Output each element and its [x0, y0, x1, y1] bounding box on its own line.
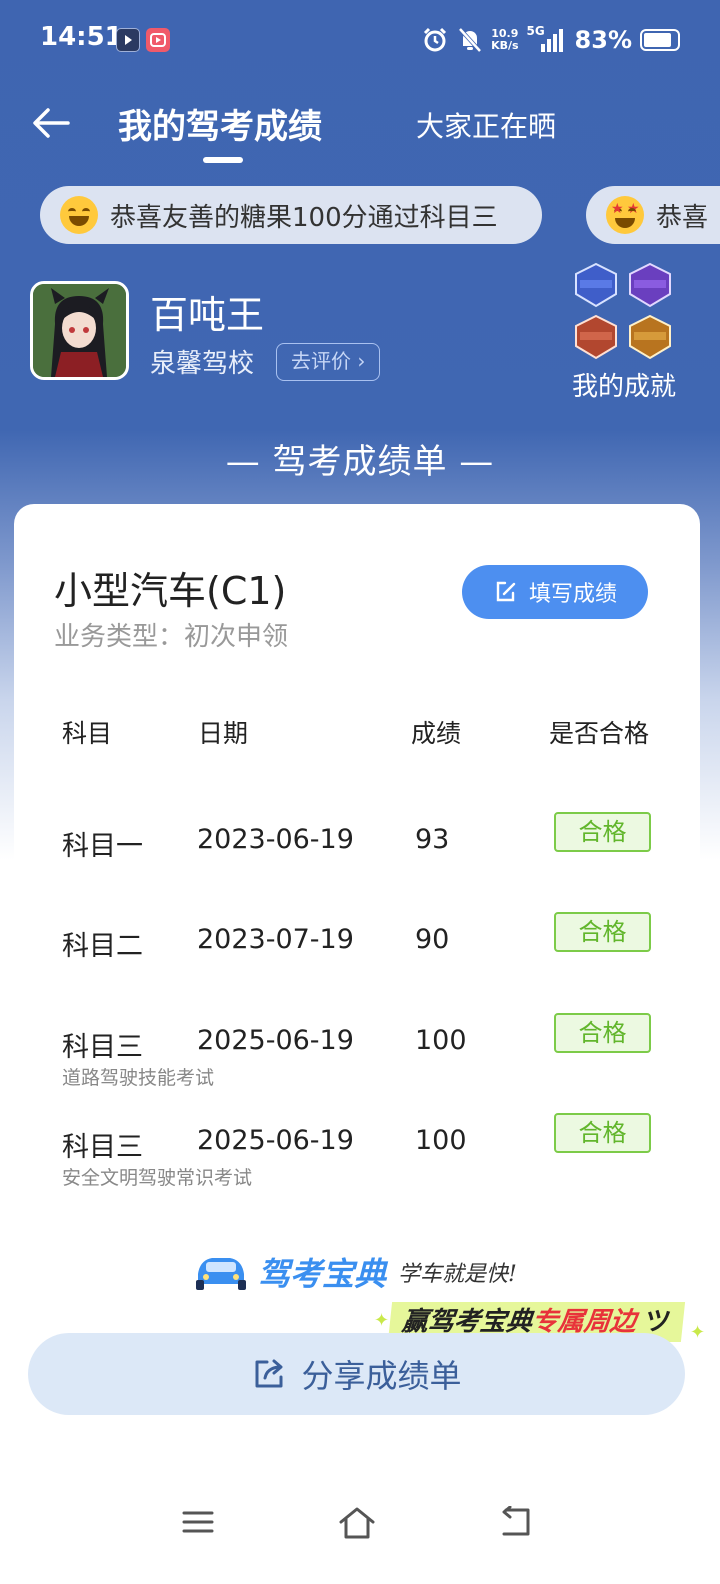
sparkle-icon: ✦ — [690, 1322, 706, 1343]
user-name: 百吨王 — [150, 293, 265, 337]
alarm-icon — [424, 27, 447, 52]
row-subject: 科目三 — [62, 1132, 143, 1163]
score-sheet-title: — 驾考成绩单 — — [225, 442, 495, 482]
mute-bell-icon — [458, 27, 482, 53]
row-date: 2023-07-19 — [197, 924, 354, 955]
row-score: 93 — [415, 824, 450, 855]
edit-icon — [496, 581, 516, 602]
header-score: 成绩 — [411, 719, 462, 748]
row-score: 100 — [415, 1125, 467, 1156]
congrats-ticker-item: 恭喜友善的糖果100分通过科目三 — [40, 186, 542, 244]
business-type: 业务类型：初次申领 — [54, 622, 289, 652]
badge-subject2-icon — [629, 262, 671, 308]
star-eyes-emoji-icon: ★ ★ — [606, 196, 644, 234]
system-navigation-bar — [0, 1490, 720, 1560]
exam-note: 安全文明驾驶常识考试 — [62, 1167, 253, 1189]
brand-slogan: 学车就是快! — [398, 1262, 517, 1287]
congrats-ticker-item-2: ★ ★ 恭喜 — [586, 186, 720, 244]
status-time: 14:51 — [40, 22, 123, 52]
badge-subject4-icon — [629, 314, 671, 360]
row-date: 2025-06-19 — [197, 1025, 354, 1056]
signal-indicator: 5G — [527, 24, 567, 54]
table-row: 科目三 2025-06-19 100 合格 道路驾驶技能考试 — [14, 1013, 700, 1115]
score-card: 小型汽车(C1) 业务类型：初次申领 填写成绩 科目 日期 成绩 是否合格 科目… — [14, 504, 700, 1324]
brand-name: 驾考宝典 — [258, 1255, 387, 1293]
pass-badge: 合格 — [554, 1113, 651, 1153]
app-notification-icon — [116, 28, 140, 52]
ticker-text: 恭喜友善的糖果100分通过科目三 — [110, 202, 498, 233]
header-passed: 是否合格 — [549, 719, 650, 748]
exam-note: 道路驾驶技能考试 — [62, 1067, 215, 1089]
header-subject: 科目 — [62, 719, 113, 748]
pass-badge: 合格 — [554, 812, 651, 852]
tab-everyone-sharing[interactable]: 大家正在晒 — [416, 105, 556, 145]
table-row: 科目三 2025-06-19 100 合格 安全文明驾驶常识考试 — [14, 1113, 700, 1215]
signal-icon — [540, 29, 563, 52]
active-tab-indicator — [203, 157, 243, 163]
pass-badge: 合格 — [554, 1013, 651, 1053]
avatar[interactable] — [30, 281, 129, 380]
my-achievements-label[interactable]: 我的成就 — [572, 366, 676, 403]
badge-subject1-icon — [575, 262, 617, 308]
video-app-notification-icon — [146, 28, 170, 52]
home-icon[interactable] — [337, 1506, 377, 1540]
row-date: 2023-06-19 — [197, 824, 354, 855]
top-navigation: 我的驾考成绩 大家正在晒 — [0, 95, 720, 175]
badge-subject3-icon — [575, 314, 617, 360]
table-row: 科目二 2023-07-19 90 合格 — [14, 912, 700, 1014]
pass-badge: 合格 — [554, 912, 651, 952]
table-row: 科目一 2023-06-19 93 合格 — [14, 812, 700, 914]
review-school-button[interactable]: 去评价 › — [276, 343, 381, 381]
fill-in-scores-button[interactable]: 填写成绩 — [462, 565, 648, 619]
row-score: 100 — [415, 1025, 467, 1056]
header-date: 日期 — [198, 719, 249, 748]
share-icon — [255, 1359, 283, 1388]
row-subject: 科目二 — [62, 931, 143, 962]
status-bar: 14:51 10.9 KB/s 5G 83% — [40, 22, 680, 62]
row-subject: 科目三 — [62, 1032, 143, 1063]
menu-icon[interactable] — [182, 1506, 214, 1538]
battery-icon — [640, 29, 680, 51]
driving-school-name: 泉馨驾校 — [150, 349, 255, 379]
row-subject: 科目一 — [62, 831, 143, 862]
car-logo-icon — [196, 1258, 246, 1290]
row-score: 90 — [415, 924, 450, 955]
back-arrow-icon[interactable] — [30, 101, 74, 145]
achievement-badges[interactable] — [572, 262, 676, 360]
back-nav-icon[interactable] — [498, 1506, 532, 1538]
grinning-emoji-icon — [60, 196, 98, 234]
ticker-text-2: 恭喜 — [656, 202, 709, 233]
network-speed: 10.9 KB/s — [491, 27, 519, 52]
brand-logo: 驾考宝典 学车就是快! — [192, 1250, 517, 1294]
license-type: 小型汽车(C1) — [54, 569, 287, 613]
status-right-group: 10.9 KB/s 5G 83% — [421, 24, 680, 56]
sparkle-icon: ✦ — [374, 1310, 390, 1331]
share-score-sheet-button[interactable]: 分享成绩单 — [28, 1333, 685, 1415]
row-date: 2025-06-19 — [197, 1125, 354, 1156]
tab-my-scores[interactable]: 我的驾考成绩 — [118, 99, 322, 148]
battery-percent: 83% — [574, 26, 632, 54]
